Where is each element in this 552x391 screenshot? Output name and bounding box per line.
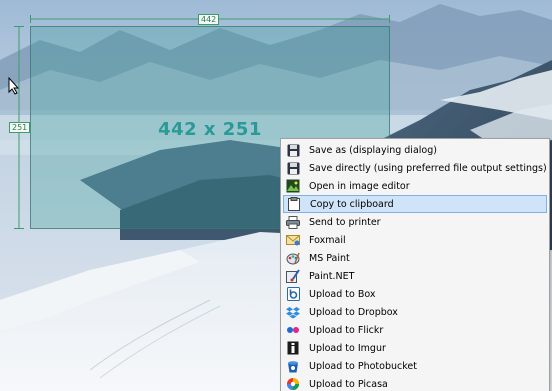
ms-paint-icon bbox=[285, 250, 301, 266]
photobucket-icon bbox=[285, 358, 301, 374]
menu-item-upload-to-picasa[interactable]: Upload to Picasa bbox=[283, 375, 547, 391]
menu-item-label: Save directly (using preferred file outp… bbox=[309, 162, 547, 174]
menu-item-upload-to-flickr[interactable]: Upload to Flickr bbox=[283, 321, 547, 339]
floppy-disk-icon bbox=[285, 160, 301, 176]
menu-item-label: Open in image editor bbox=[309, 180, 410, 192]
menu-item-open-in-image-editor[interactable]: Open in image editor bbox=[283, 177, 547, 195]
flickr-icon bbox=[285, 322, 301, 338]
menu-item-label: Upload to Box bbox=[309, 288, 376, 300]
paint-net-icon bbox=[285, 268, 301, 284]
menu-item-ms-paint[interactable]: MS Paint bbox=[283, 249, 547, 267]
menu-item-label: Upload to Flickr bbox=[309, 324, 384, 336]
printer-icon bbox=[285, 214, 301, 230]
menu-item-label: Foxmail bbox=[309, 234, 346, 246]
menu-item-copy-to-clipboard[interactable]: Copy to clipboard bbox=[283, 195, 547, 213]
capture-destination-menu: Save as (displaying dialog) Save directly… bbox=[280, 138, 550, 391]
width-dimension-label: 442 bbox=[198, 14, 220, 25]
menu-item-upload-to-imgur[interactable]: Upload to Imgur bbox=[283, 339, 547, 357]
picasa-icon bbox=[285, 376, 301, 391]
menu-item-save-directly-using-preferred-file-output-settings[interactable]: Save directly (using preferred file outp… bbox=[283, 159, 547, 177]
menu-item-label: MS Paint bbox=[309, 252, 350, 264]
menu-item-send-to-printer[interactable]: Send to printer bbox=[283, 213, 547, 231]
menu-item-upload-to-photobucket[interactable]: Upload to Photobucket bbox=[283, 357, 547, 375]
menu-item-label: Upload to Dropbox bbox=[309, 306, 398, 318]
menu-item-label: Save as (displaying dialog) bbox=[309, 144, 437, 156]
clipboard-icon bbox=[286, 196, 302, 212]
menu-item-label: Upload to Photobucket bbox=[309, 360, 417, 372]
menu-item-label: Upload to Picasa bbox=[309, 378, 388, 390]
selection-size-label: 442 x 251 bbox=[158, 119, 262, 140]
menu-item-save-as-displaying-dialog[interactable]: Save as (displaying dialog) bbox=[283, 141, 547, 159]
menu-item-label: Paint.NET bbox=[309, 270, 355, 282]
image-editor-icon bbox=[285, 178, 301, 194]
menu-item-upload-to-box[interactable]: Upload to Box bbox=[283, 285, 547, 303]
height-dimension-label: 251 bbox=[9, 122, 31, 133]
menu-item-label: Copy to clipboard bbox=[310, 198, 394, 210]
imgur-icon bbox=[285, 340, 301, 356]
menu-item-foxmail[interactable]: Foxmail bbox=[283, 231, 547, 249]
floppy-disk-icon bbox=[285, 142, 301, 158]
foxmail-icon bbox=[285, 232, 301, 248]
menu-item-label: Upload to Imgur bbox=[309, 342, 386, 354]
menu-item-paint-net[interactable]: Paint.NET bbox=[283, 267, 547, 285]
screen-capture-area[interactable]: 442 251 442 x 251 Save as (displaying di… bbox=[0, 0, 552, 391]
mouse-cursor-icon bbox=[8, 77, 20, 95]
menu-item-label: Send to printer bbox=[309, 216, 381, 228]
dropbox-icon bbox=[285, 304, 301, 320]
menu-item-upload-to-dropbox[interactable]: Upload to Dropbox bbox=[283, 303, 547, 321]
box-icon bbox=[285, 286, 301, 302]
